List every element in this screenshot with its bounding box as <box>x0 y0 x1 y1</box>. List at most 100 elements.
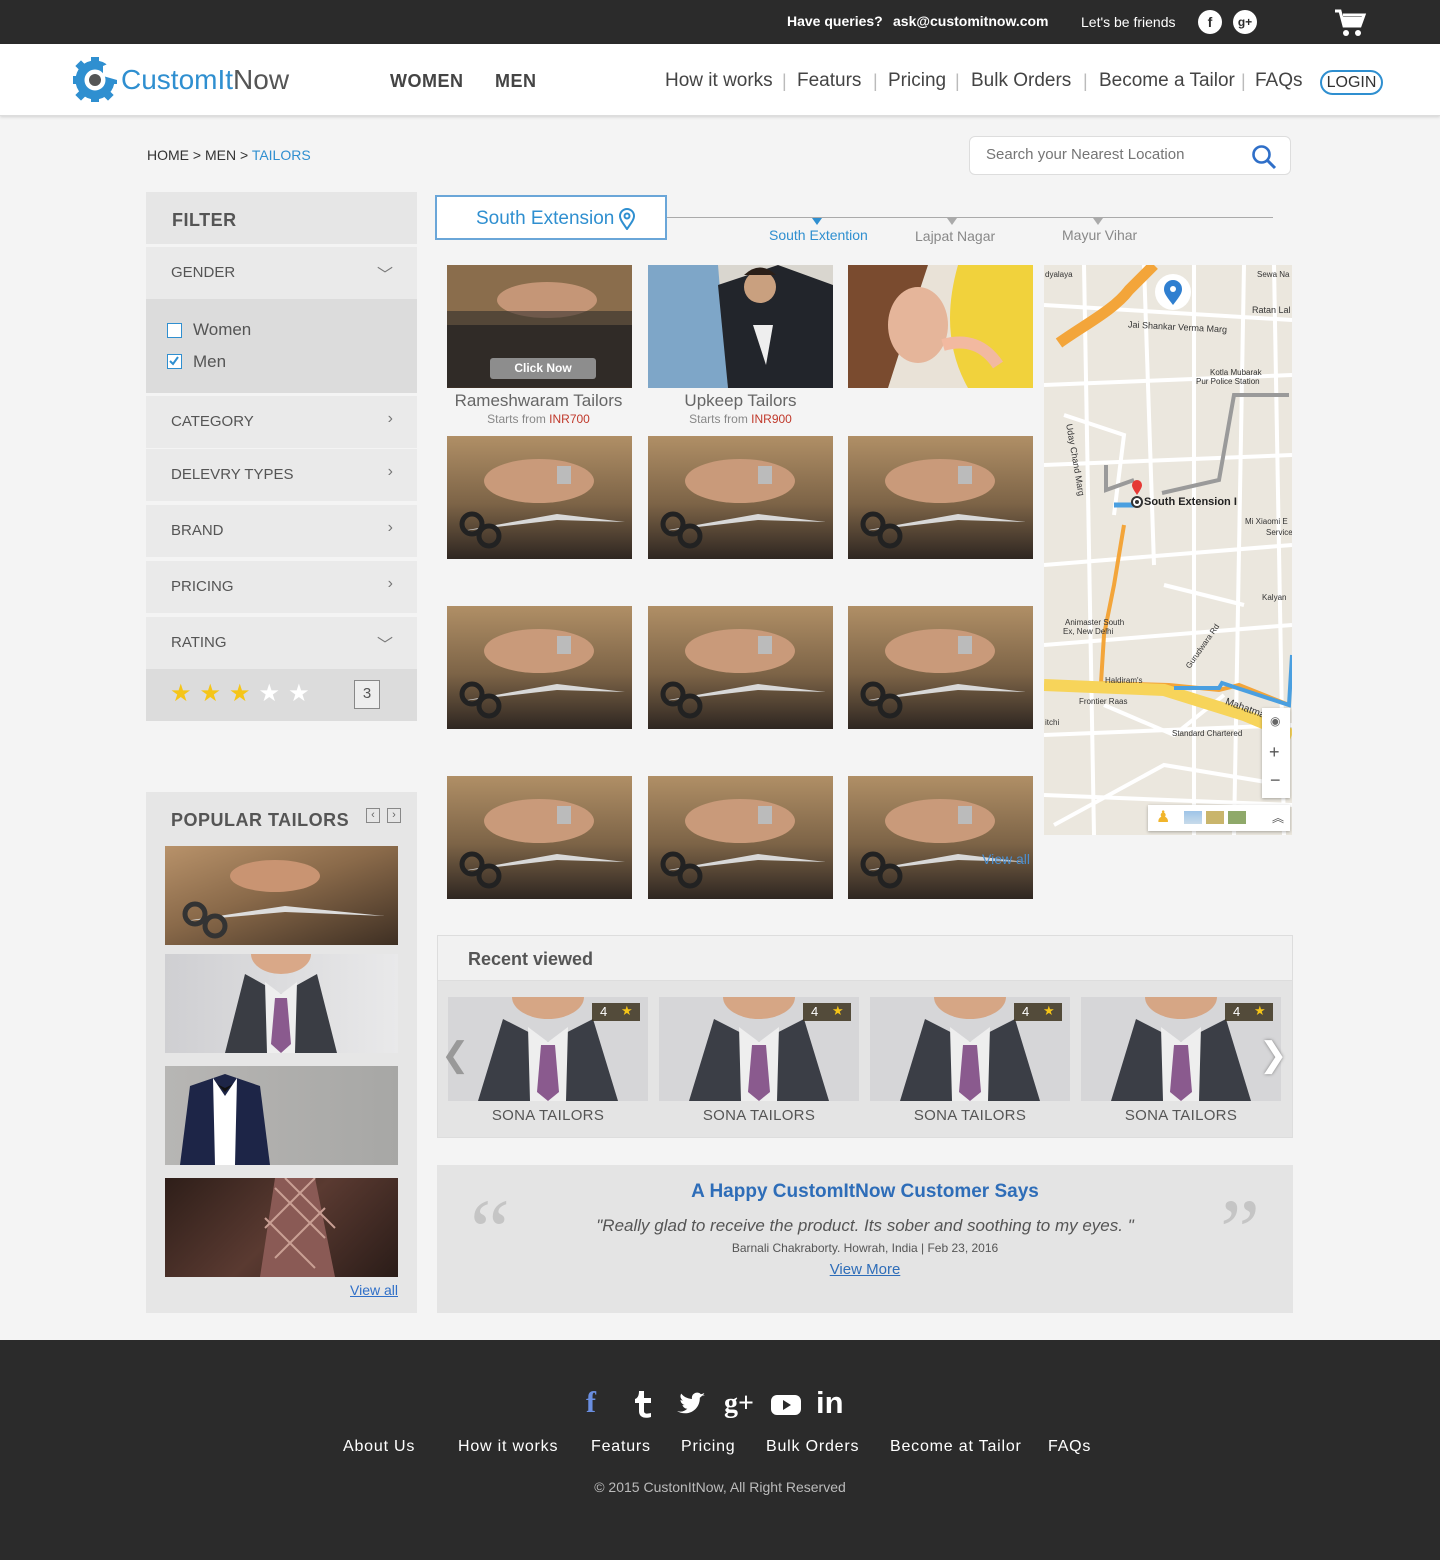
tailor-tile-image[interactable] <box>848 265 1033 388</box>
location-map[interactable]: dyalaya Sewa Na Ratan Lal Jai Shankar Ve… <box>1044 265 1292 835</box>
logo-text[interactable]: CustomItNow <box>121 64 289 96</box>
tailor-tile-image[interactable] <box>648 606 833 729</box>
tailor-tile-image[interactable] <box>648 436 833 559</box>
filter-category-toggle[interactable]: CATEGORY › <box>146 396 417 448</box>
carousel-next-icon[interactable]: ❯ <box>1259 1035 1288 1075</box>
footer-tumblr-icon[interactable] <box>632 1389 656 1424</box>
popular-view-all-link[interactable]: View all <box>350 1282 398 1298</box>
popular-tailor-image[interactable] <box>165 846 398 945</box>
nav-become-tailor[interactable]: Become a Tailor <box>1099 70 1235 92</box>
search-icon[interactable] <box>1251 144 1277 175</box>
map-type-thumb[interactable] <box>1184 811 1202 824</box>
tile-name[interactable]: Upkeep Tailors <box>648 391 833 411</box>
carousel-prev-icon[interactable]: ❮ <box>441 1035 470 1075</box>
star-filled-icon[interactable]: ★ <box>200 680 222 707</box>
footer-link-how-it-works[interactable]: How it works <box>458 1438 558 1456</box>
checkbox-women[interactable] <box>167 323 182 338</box>
rating-stars[interactable]: ★ ★ ★ ★ ★ <box>170 679 318 708</box>
tailor-tile-image[interactable] <box>447 436 632 559</box>
location-search-box <box>969 136 1291 175</box>
zoom-in-button[interactable]: + <box>1269 742 1280 763</box>
tailor-tile-image[interactable] <box>648 776 833 899</box>
location-tab-south-extension[interactable]: South Extention <box>769 227 868 243</box>
popular-tailor-image[interactable] <box>165 954 398 1053</box>
grid-view-all-link[interactable]: View all <box>982 851 1033 867</box>
nav-bulk-orders[interactable]: Bulk Orders <box>971 70 1071 92</box>
pegman-icon[interactable]: ♟ <box>1156 807 1170 827</box>
tailor-tile-image[interactable] <box>648 265 833 388</box>
breadcrumb-men[interactable]: MEN <box>205 147 236 163</box>
map-label: Mi Xiaomi E <box>1245 517 1288 526</box>
star-empty-icon[interactable]: ★ <box>259 680 281 707</box>
footer-linkedin-icon[interactable]: in <box>816 1385 844 1421</box>
nav-features[interactable]: Featurs <box>797 70 861 92</box>
map-type-thumb[interactable] <box>1206 811 1224 824</box>
tailor-tile-image[interactable] <box>848 606 1033 729</box>
tuxedo-icon <box>180 1074 270 1165</box>
footer-link-faqs[interactable]: FAQs <box>1048 1438 1091 1456</box>
tile-price: Starts from INR900 <box>648 412 833 426</box>
footer-link-become-tailor[interactable]: Become at Tailor <box>890 1438 1022 1456</box>
selected-location[interactable]: South Extension <box>435 195 667 240</box>
map-controls: ◉ + − <box>1262 708 1290 798</box>
footer-link-features[interactable]: Featurs <box>591 1438 651 1456</box>
location-search-input[interactable] <box>986 146 1236 163</box>
view-more-link[interactable]: View More <box>830 1261 901 1278</box>
friends-label: Let's be friends <box>1081 14 1176 30</box>
filter-gender-toggle[interactable]: GENDER ﹀ <box>146 247 417 299</box>
filter-delivery-toggle[interactable]: DELEVRY TYPES › <box>146 449 417 501</box>
footer-link-pricing[interactable]: Pricing <box>681 1438 736 1456</box>
nav-separator: | <box>782 71 787 91</box>
nav-faqs[interactable]: FAQs <box>1255 70 1303 92</box>
filter-brand-toggle[interactable]: BRAND › <box>146 505 417 557</box>
location-tab-lajpat-nagar[interactable]: Lajpat Nagar <box>915 228 995 244</box>
expand-up-icon[interactable]: ︽ <box>1272 809 1284 826</box>
breadcrumb-home[interactable]: HOME <box>147 147 189 163</box>
star-empty-icon[interactable]: ★ <box>288 680 310 707</box>
prev-arrow-icon[interactable]: ‹ <box>366 808 380 823</box>
filter-title: FILTER <box>172 210 237 230</box>
contact-email-link[interactable]: ask@customitnow.com <box>893 13 1049 29</box>
popular-tailor-image[interactable] <box>165 1178 398 1277</box>
facebook-icon[interactable]: f <box>1198 10 1222 34</box>
nav-how-it-works[interactable]: How it works <box>665 70 773 92</box>
recent-card-name[interactable]: SONA TAILORS <box>448 1107 648 1124</box>
footer-twitter-icon[interactable] <box>676 1392 706 1421</box>
recent-card-name[interactable]: SONA TAILORS <box>870 1107 1070 1124</box>
footer-youtube-icon[interactable] <box>770 1393 802 1422</box>
map-type-thumb[interactable] <box>1228 811 1246 824</box>
tailor-tile-image[interactable] <box>447 776 632 899</box>
star-filled-icon[interactable]: ★ <box>170 680 192 707</box>
recent-title: Recent viewed <box>468 949 594 969</box>
checkbox-men[interactable] <box>167 354 182 369</box>
footer-link-about[interactable]: About Us <box>343 1438 415 1456</box>
footer-link-bulk-orders[interactable]: Bulk Orders <box>766 1438 859 1456</box>
footer-google-plus-icon[interactable]: g+ <box>724 1388 754 1420</box>
zoom-out-button[interactable]: − <box>1270 770 1281 791</box>
tile-name[interactable]: Rameshwaram Tailors <box>446 391 631 411</box>
tailor-tile-image[interactable] <box>848 436 1033 559</box>
popular-tailor-image[interactable] <box>165 1066 398 1165</box>
logo-gear-icon[interactable] <box>73 56 117 107</box>
filter-gender-label: GENDER <box>171 264 236 281</box>
location-tab-mayur-vihar[interactable]: Mayur Vihar <box>1062 227 1137 243</box>
nav-women[interactable]: WOMEN <box>390 71 464 92</box>
my-location-icon[interactable]: ◉ <box>1270 714 1280 728</box>
nav-pricing[interactable]: Pricing <box>888 70 946 92</box>
logo-part-2: Now <box>233 64 290 95</box>
tailor-tile-image[interactable] <box>848 776 1033 899</box>
nav-men[interactable]: MEN <box>495 71 537 92</box>
star-filled-icon[interactable]: ★ <box>229 680 251 707</box>
click-now-button[interactable]: Click Now <box>490 358 596 379</box>
next-arrow-icon[interactable]: › <box>387 808 401 823</box>
login-button[interactable]: LOGIN <box>1320 70 1383 95</box>
recent-card-name[interactable]: SONA TAILORS <box>659 1107 859 1124</box>
cart-icon[interactable] <box>1333 8 1367 43</box>
tailor-tile-image[interactable] <box>447 606 632 729</box>
filter-rating-toggle[interactable]: RATING ﹀ <box>146 617 417 669</box>
recent-card-name[interactable]: SONA TAILORS <box>1081 1107 1281 1124</box>
google-plus-icon[interactable]: g+ <box>1233 10 1257 34</box>
filter-pricing-toggle[interactable]: PRICING › <box>146 561 417 613</box>
footer-facebook-icon[interactable]: f <box>586 1386 596 1420</box>
map-label: Standard Chartered <box>1172 729 1243 738</box>
